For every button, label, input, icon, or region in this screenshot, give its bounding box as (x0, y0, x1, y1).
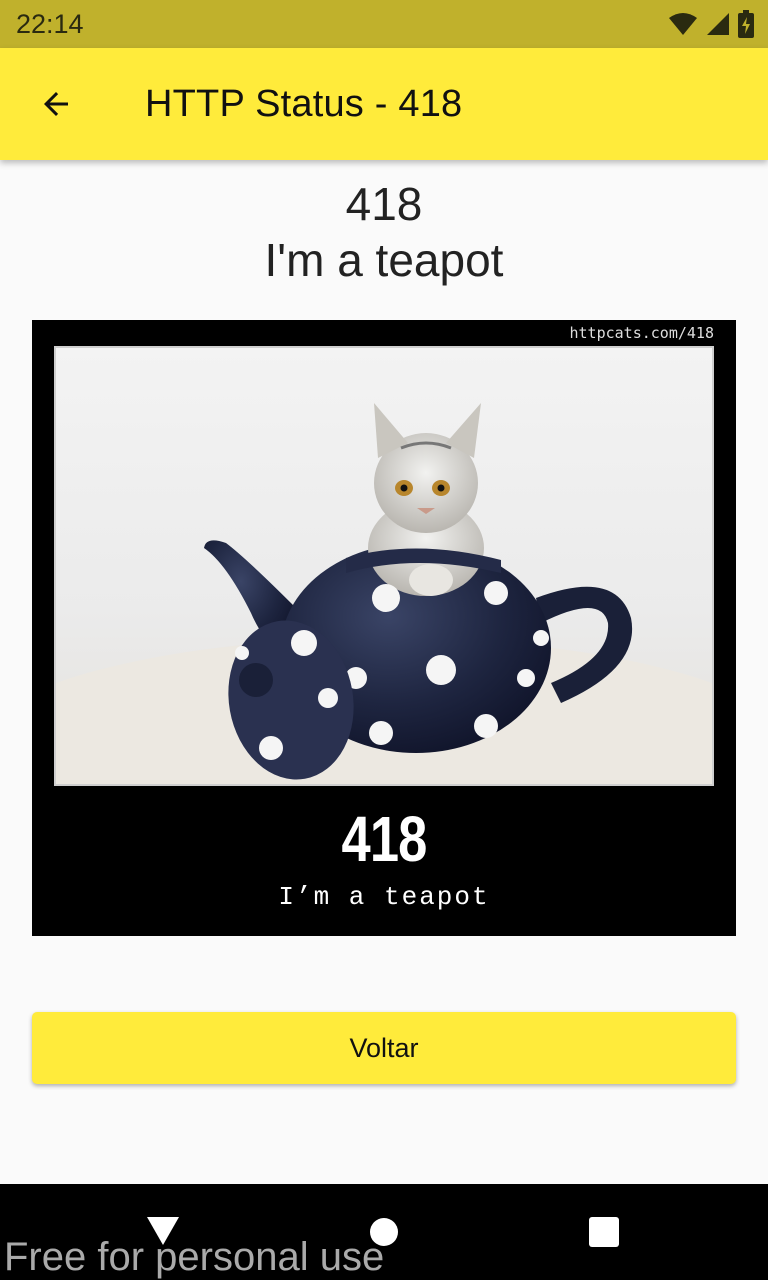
image-url-caption: httpcats.com/418 (569, 324, 715, 342)
arrow-left-icon (44, 92, 68, 116)
cat-in-teapot-illustration (56, 348, 712, 784)
battery-charging-icon (738, 10, 754, 38)
image-status-caption: I’m a teapot (278, 882, 490, 912)
image-status-code: 418 (341, 803, 427, 875)
voltar-button[interactable]: Voltar (32, 1012, 736, 1084)
nav-recents-icon[interactable] (589, 1217, 619, 1247)
status-icons (668, 10, 754, 38)
cat-image: httpcats.com/418 418 I’m a teapot (32, 320, 736, 936)
back-button[interactable] (28, 76, 84, 132)
cat-photo (54, 346, 714, 786)
app-bar: HTTP Status - 418 (0, 48, 768, 160)
status-code: 418 (345, 178, 423, 230)
status-bar: 22:14 (0, 0, 768, 48)
status-time: 22:14 (16, 9, 84, 39)
wifi-icon (669, 13, 697, 35)
signal-icon (707, 13, 729, 35)
page-title: HTTP Status - 418 (145, 83, 463, 125)
status-description: I'm a teapot (264, 234, 504, 286)
watermark: Free for personal use (4, 1235, 385, 1279)
